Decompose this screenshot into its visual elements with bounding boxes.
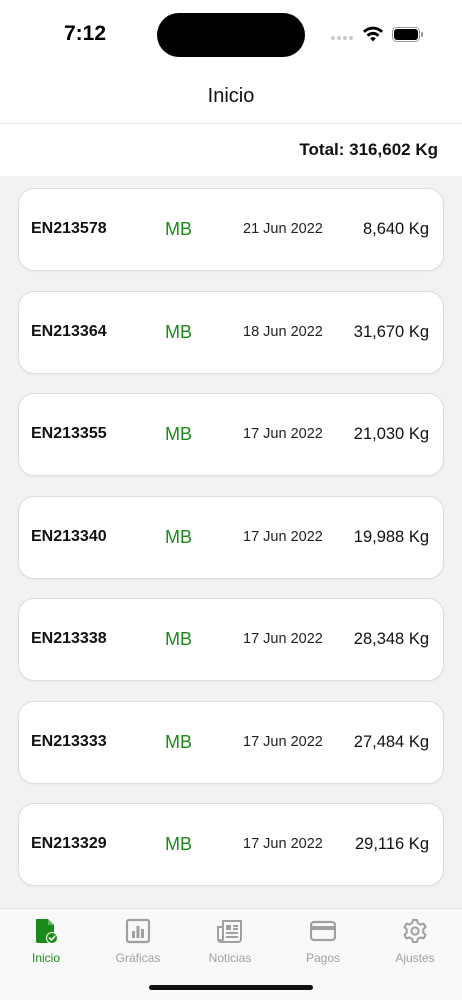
wifi-icon [363, 26, 383, 42]
entry-weight: 31,670 Kg [353, 323, 429, 341]
tab-pagos[interactable]: Pagos [283, 917, 363, 977]
entry-weight: 21,030 Kg [353, 425, 429, 443]
entry-code: EN213578 [31, 220, 107, 237]
tab-label: Gráficas [115, 951, 161, 965]
entry-grade: MB [165, 527, 192, 547]
entry-weight: 19,988 Kg [353, 528, 429, 546]
gear-icon [403, 919, 427, 943]
entry-grade: MB [165, 834, 192, 854]
cellular-signal-icon [331, 36, 353, 40]
tab-label: Inicio [31, 951, 60, 965]
tab-inicio[interactable]: Inicio [6, 917, 86, 977]
entry-code: EN213333 [31, 733, 107, 750]
status-bar: 7:12 [0, 0, 462, 68]
bar-chart-icon [125, 918, 151, 944]
home-indicator [149, 985, 313, 990]
entry-code: EN213355 [31, 425, 107, 442]
newspaper-icon [217, 920, 242, 943]
entry-weight: 27,484 Kg [353, 733, 429, 751]
tab-ajustes[interactable]: Ajustes [375, 917, 455, 977]
entry-code: EN213329 [31, 835, 107, 852]
entry-date: 17 Jun 2022 [243, 529, 323, 545]
total-weight: Total: 316,602 Kg [299, 140, 438, 159]
list-item[interactable]: EN213329 MB 17 Jun 2022 29,116 Kg [18, 803, 444, 886]
entry-date: 17 Jun 2022 [243, 631, 323, 647]
entry-grade: MB [165, 732, 192, 752]
list-item[interactable]: EN213364 MB 18 Jun 2022 31,670 Kg [18, 291, 444, 374]
entry-grade: MB [165, 424, 192, 444]
dynamic-island [157, 13, 305, 57]
status-time: 7:12 [64, 22, 107, 45]
tab-label: Pagos [305, 951, 341, 965]
tab-label: Noticias [208, 951, 252, 965]
entry-date: 17 Jun 2022 [243, 734, 323, 750]
list-item[interactable]: EN213355 MB 17 Jun 2022 21,030 Kg [18, 393, 444, 476]
tab-label: Ajustes [395, 951, 435, 965]
list-item[interactable]: EN213338 MB 17 Jun 2022 28,348 Kg [18, 598, 444, 681]
entry-date: 17 Jun 2022 [243, 836, 323, 852]
entry-date: 18 Jun 2022 [243, 324, 323, 340]
credit-card-icon [310, 920, 336, 942]
list-item[interactable]: EN213340 MB 17 Jun 2022 19,988 Kg [18, 496, 444, 579]
list-item[interactable]: EN213578 MB 21 Jun 2022 8,640 Kg [18, 188, 444, 271]
entry-code: EN213364 [31, 323, 107, 340]
entry-grade: MB [165, 219, 192, 239]
nav-header: Inicio [0, 68, 462, 124]
entry-weight: 29,116 Kg [354, 835, 429, 853]
entry-code: EN213340 [31, 528, 107, 545]
entry-weight: 8,640 Kg [362, 220, 429, 238]
entry-grade: MB [165, 629, 192, 649]
entry-weight: 28,348 Kg [353, 630, 429, 648]
entry-date: 17 Jun 2022 [243, 426, 323, 442]
page-title: Inicio [207, 85, 255, 107]
entry-code: EN213338 [31, 630, 107, 647]
entries-list[interactable]: EN213578 MB 21 Jun 2022 8,640 Kg EN21336… [0, 176, 462, 908]
battery-icon [392, 27, 423, 42]
entry-date: 21 Jun 2022 [243, 221, 323, 237]
list-item[interactable]: EN213333 MB 17 Jun 2022 27,484 Kg [18, 701, 444, 784]
entry-grade: MB [165, 322, 192, 342]
tab-noticias[interactable]: Noticias [190, 917, 270, 977]
document-check-icon [36, 919, 58, 944]
total-summary: Total: 316,602 Kg [0, 124, 462, 176]
tab-graficas[interactable]: Gráficas [98, 917, 178, 977]
